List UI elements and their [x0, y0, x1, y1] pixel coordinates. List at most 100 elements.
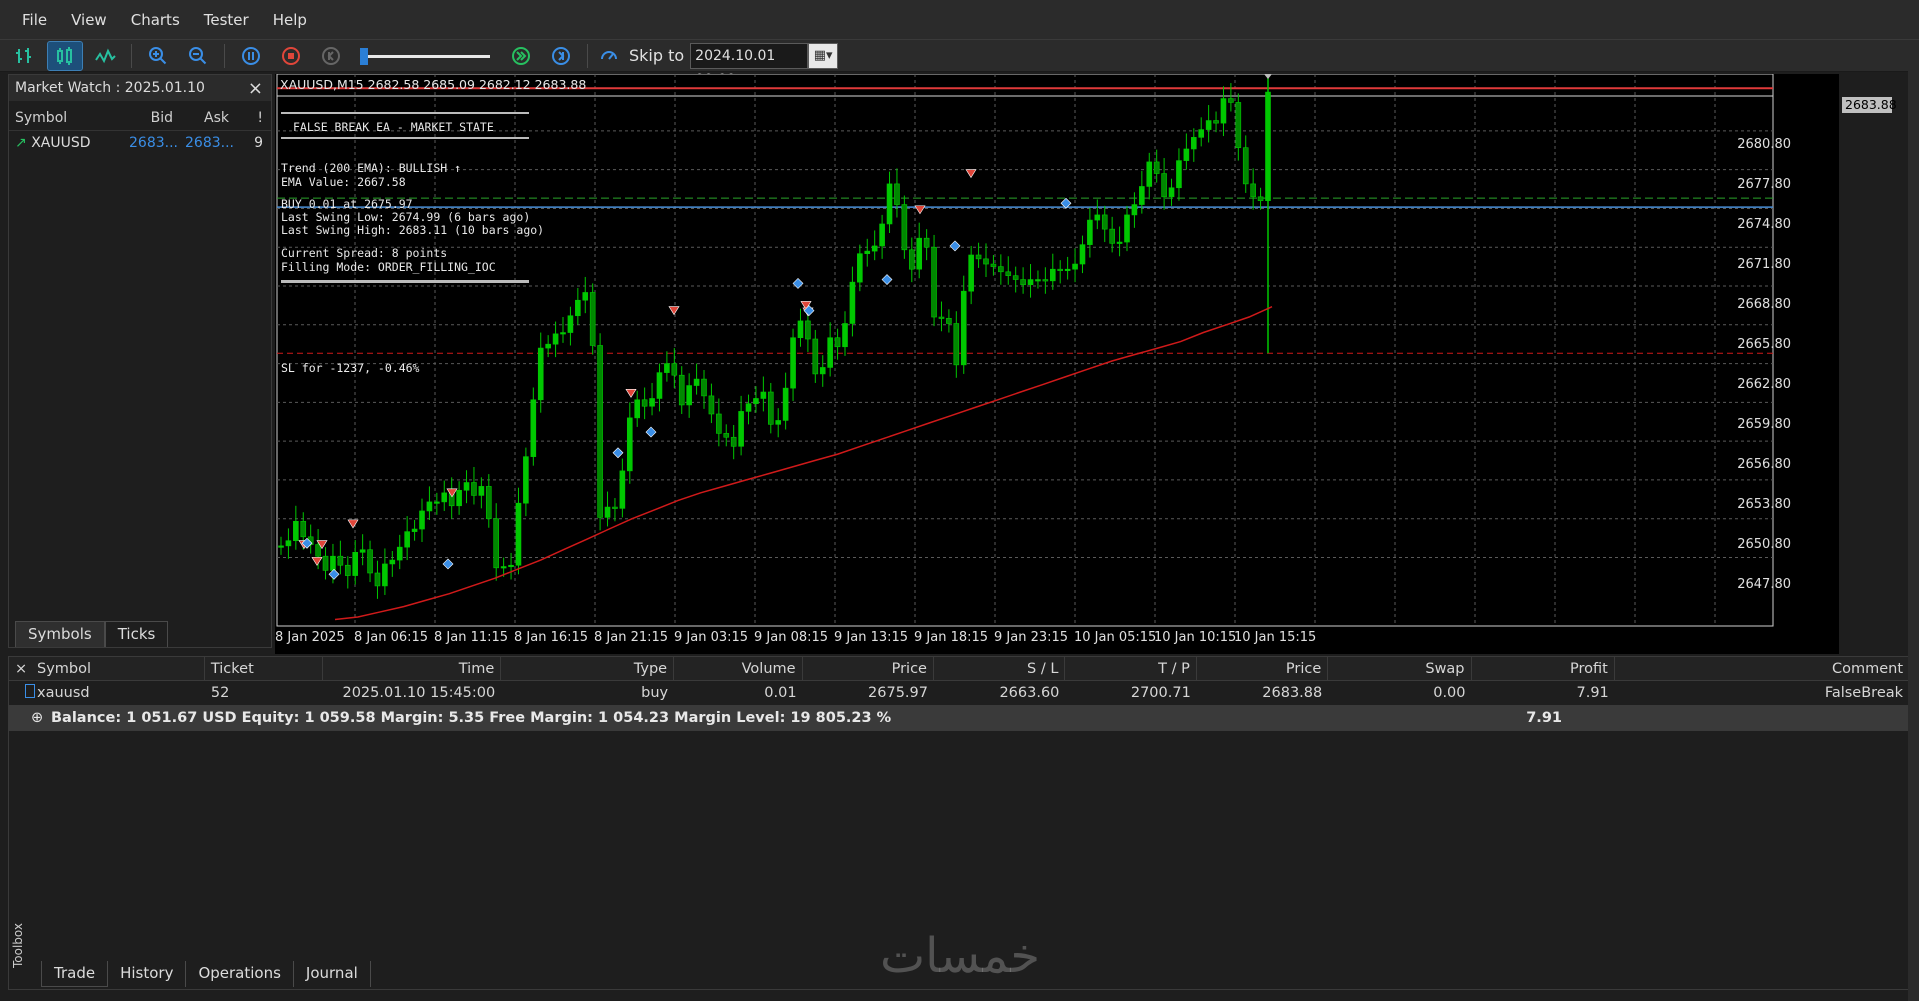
col-type[interactable]: Type — [501, 656, 675, 681]
menu-view[interactable]: View — [59, 11, 119, 29]
menu-charts[interactable]: Charts — [119, 11, 192, 29]
fast-forward-button[interactable] — [504, 42, 538, 70]
cell-sl[interactable]: 2663.60 — [934, 685, 1065, 701]
tab-symbols[interactable]: Symbols — [15, 621, 105, 647]
col-exclamation[interactable]: ! — [235, 110, 269, 126]
close-icon[interactable]: × — [248, 78, 263, 99]
line-chart-button[interactable] — [88, 42, 122, 70]
table-row[interactable]: xauusd 52 2025.01.10 15:45:00 buy 0.01 2… — [9, 681, 1909, 705]
col-symbol[interactable]: Symbol — [9, 110, 123, 126]
zoom-out-button[interactable] — [181, 42, 215, 70]
step-back-button[interactable] — [314, 42, 348, 70]
candle-body — [857, 253, 863, 283]
col-sl[interactable]: S / L — [934, 656, 1066, 681]
candle-body — [1042, 279, 1049, 282]
candlestick-chart-button[interactable] — [47, 40, 83, 71]
toolbar-separator — [587, 43, 588, 68]
slider-thumb[interactable] — [360, 47, 368, 65]
market-watch-titlebar: Market Watch : 2025.01.10 × — [9, 75, 271, 101]
candle-body — [656, 372, 663, 399]
candle-body — [330, 555, 336, 571]
speed-slider[interactable] — [360, 46, 490, 66]
col-price[interactable]: Price — [803, 656, 934, 681]
menu-tester[interactable]: Tester — [192, 11, 261, 29]
skip-to-date-input[interactable]: 2024.10.01 00:00 — [690, 42, 809, 88]
col-volume[interactable]: Volume — [674, 656, 803, 681]
price-axis-label: 2659.80 — [1737, 417, 1791, 432]
cell-tp[interactable]: 2700.71 — [1065, 685, 1196, 701]
price-chart[interactable]: XAUUSD,M15 2682.58 2685.09 2682.12 2683.… — [275, 74, 1897, 654]
candle-body — [389, 559, 396, 565]
zoom-in-button[interactable] — [141, 42, 175, 70]
col-bid[interactable]: Bid — [123, 110, 179, 126]
candle-body — [545, 343, 551, 349]
col-profit[interactable]: Profit — [1472, 656, 1615, 681]
col-symbol[interactable]: Symbol — [31, 656, 205, 681]
col-time[interactable]: Time — [323, 656, 502, 681]
plot-border — [276, 74, 1774, 627]
tab-operations[interactable]: Operations — [186, 961, 294, 987]
candle-body — [374, 572, 381, 587]
time-axis-label: 8 Jan 21:15 — [594, 630, 669, 645]
candle-body — [456, 489, 462, 507]
pause-icon — [242, 46, 260, 65]
candle-body — [1176, 160, 1182, 189]
cell-price: 2675.97 — [868, 685, 928, 701]
step-back-icon — [322, 46, 340, 65]
tab-trade[interactable]: Trade — [41, 961, 109, 987]
pause-button[interactable] — [234, 42, 268, 70]
buy-arrow-icon — [949, 240, 961, 252]
panel-title: FALSE BREAK EA - MARKET STATE — [293, 120, 494, 134]
close-icon[interactable]: × — [9, 657, 31, 681]
plus-circle-icon[interactable]: ⊕ — [9, 710, 43, 726]
candle-body — [471, 482, 477, 496]
candle-body — [419, 510, 425, 530]
candle-body — [842, 323, 848, 348]
ask-cell: 2683... — [185, 135, 234, 151]
col-price-current[interactable]: Price — [1197, 656, 1329, 681]
tab-ticks[interactable]: Ticks — [104, 621, 169, 647]
candle-body — [1190, 137, 1197, 150]
candle-body — [478, 486, 485, 496]
skip-to-icon-button[interactable] — [597, 42, 621, 70]
stop-button[interactable] — [274, 42, 308, 70]
candle-body — [908, 249, 915, 270]
candle-body — [1168, 187, 1175, 198]
sell-arrow-icon — [347, 519, 359, 529]
calendar-icon[interactable]: ▦▾ — [808, 42, 839, 69]
time-axis-label: 9 Jan 13:15 — [834, 630, 909, 645]
col-tp[interactable]: T / P — [1065, 656, 1197, 681]
candle-body — [946, 318, 952, 324]
step-forward-button[interactable] — [544, 42, 578, 70]
zoom-in-icon — [149, 46, 167, 64]
candle-body — [315, 544, 321, 557]
candle-body — [968, 254, 974, 292]
candle-body — [337, 555, 344, 566]
candle-body — [879, 223, 885, 247]
candle-body — [560, 332, 566, 335]
bar-chart-button[interactable] — [8, 42, 42, 70]
candle-body — [1005, 271, 1012, 276]
menu-help[interactable]: Help — [261, 11, 319, 29]
menu-file[interactable]: File — [10, 11, 59, 29]
tab-history[interactable]: History — [108, 961, 187, 987]
candle-body — [589, 292, 596, 346]
col-ask[interactable]: Ask — [179, 110, 235, 126]
col-comment[interactable]: Comment — [1615, 657, 1909, 681]
candle-body — [775, 420, 782, 425]
candle-body — [619, 470, 626, 509]
tab-journal[interactable]: Journal — [294, 961, 371, 987]
candle-body — [1205, 120, 1212, 130]
candle-body — [1153, 161, 1160, 174]
toolbox-label[interactable]: Toolbox — [11, 911, 33, 981]
candle-body — [916, 237, 923, 270]
stop-icon — [282, 46, 300, 65]
current-price-tag: 2683.88 — [1842, 97, 1897, 113]
price-axis-label: 2668.80 — [1737, 297, 1791, 312]
col-swap[interactable]: Swap — [1328, 656, 1472, 681]
chart-canvas[interactable] — [275, 74, 1839, 654]
panel-trend: Trend (200 EMA): BULLISH ↑ — [281, 161, 462, 175]
price-axis-label: 2656.80 — [1737, 457, 1791, 472]
market-watch-row[interactable]: ↗ XAUUSD 2683... 2683... 9 — [9, 131, 271, 155]
col-ticket[interactable]: Ticket — [205, 656, 324, 681]
